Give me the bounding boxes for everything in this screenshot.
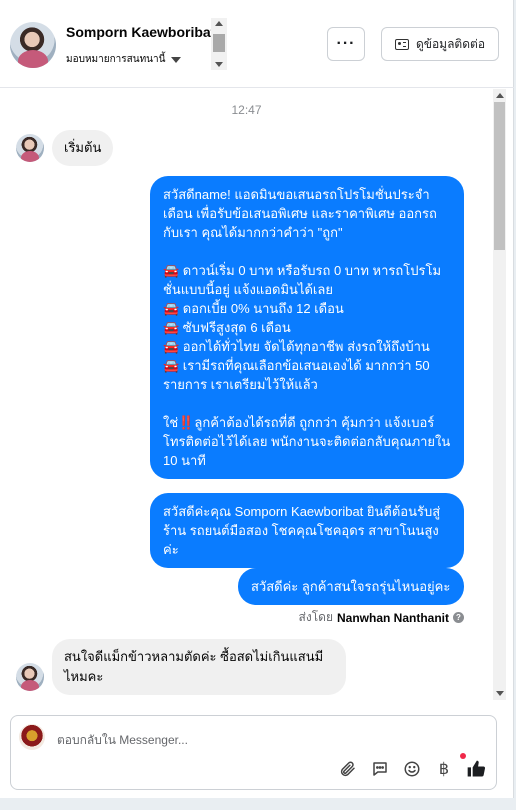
assign-label: มอบหมายการสนทนานี้: [66, 54, 166, 65]
thumbs-up-icon[interactable]: [466, 759, 486, 779]
reply-composer[interactable]: ตอบกลับใน Messenger... ฿: [10, 715, 497, 790]
scroll-thumb[interactable]: [213, 34, 225, 52]
contact-avatar[interactable]: [10, 22, 56, 68]
more-options-button[interactable]: ···: [327, 27, 365, 61]
message-bubble-outgoing[interactable]: สวัสดีค่ะ ลูกค้าสนใจรถรุ่นไหนอยู่คะ: [238, 568, 464, 605]
scroll-down-icon[interactable]: [215, 62, 223, 67]
conversation-header: Somporn Kaewboribat มอบหมายการสนทนานี้ ·…: [0, 0, 514, 88]
smiley-icon[interactable]: [402, 759, 422, 779]
message-thread[interactable]: 12:47 เริ่มต้น สวัสดีname! แอดมินขอเสนอร…: [0, 89, 493, 700]
chevron-down-icon: [171, 56, 182, 63]
contact-card-icon: [394, 38, 409, 50]
scroll-down-icon[interactable]: [496, 691, 504, 696]
view-contact-label: ดูข้อมูลติดต่อ: [415, 36, 486, 51]
sent-by-name[interactable]: Nanwhan Nanthanit: [337, 611, 449, 625]
scroll-up-icon[interactable]: [496, 93, 504, 98]
thread-scrollbar[interactable]: [493, 89, 506, 700]
view-contact-button[interactable]: ดูข้อมูลติดต่อ: [381, 27, 499, 61]
composer-toolbar: ฿: [338, 759, 486, 779]
customer-avatar[interactable]: [16, 663, 44, 691]
timestamp: 12:47: [231, 103, 262, 117]
notification-dot: [460, 753, 466, 759]
assign-conversation-dropdown[interactable]: มอบหมายการสนทนานี้: [66, 52, 182, 67]
scroll-up-icon[interactable]: [215, 21, 223, 26]
message-bubble-incoming[interactable]: สนใจดีแม็กข้าวหลามตัดค่ะ ซื้อสดไม่เกินแส…: [52, 639, 346, 695]
page-avatar: [19, 724, 45, 750]
chat-bubble-icon[interactable]: [370, 759, 390, 779]
header-scrollbar[interactable]: [211, 18, 227, 70]
message-bubble-incoming[interactable]: เริ่มต้น: [52, 130, 114, 166]
scroll-thumb[interactable]: [494, 102, 505, 250]
conversation-panel: Somporn Kaewboribat มอบหมายการสนทนานี้ ·…: [0, 0, 514, 798]
sent-by-label: ส่งโดย Nanwhan Nanthanit ?: [299, 608, 464, 627]
customer-avatar[interactable]: [16, 134, 44, 162]
info-icon[interactable]: ?: [453, 612, 464, 623]
paperclip-icon[interactable]: [338, 759, 358, 779]
sent-by-prefix: ส่งโดย: [298, 610, 333, 624]
contact-name[interactable]: Somporn Kaewboribat: [66, 24, 211, 40]
baht-icon[interactable]: ฿: [434, 759, 454, 779]
reply-input[interactable]: ตอบกลับใน Messenger...: [57, 731, 188, 750]
message-bubble-outgoing[interactable]: สวัสดีค่ะคุณ Somporn Kaewboribat ยินดีต้…: [150, 493, 464, 568]
message-bubble-outgoing[interactable]: สวัสดีname! แอดมินขอเสนอรถโปรโมชั่นประจำ…: [150, 176, 464, 479]
